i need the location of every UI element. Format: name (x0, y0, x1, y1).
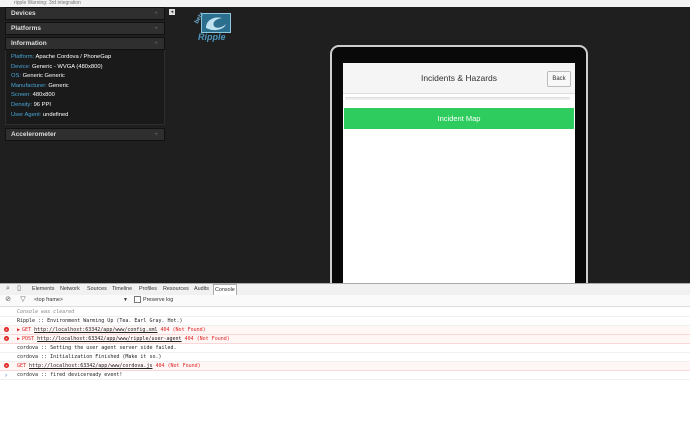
top-strip-text: ripple Warning: 3rd integration (14, 0, 81, 6)
expand-icon[interactable]: + (154, 129, 158, 140)
panel-information-title: Information (11, 40, 47, 47)
console-text: Console was cleared (17, 309, 75, 315)
error-icon: × (4, 363, 9, 368)
frame-select[interactable]: <top frame> ▼ (34, 296, 128, 304)
search-icon[interactable]: ⌕ (4, 285, 12, 293)
preserve-log-label: Preserve log (143, 297, 174, 303)
collapse-icon[interactable]: + (154, 38, 158, 49)
info-key: OS: (11, 73, 21, 80)
panel-information[interactable]: Information + (5, 37, 165, 50)
frame-select-value: <top frame> (34, 297, 64, 303)
console-text: cordova :: Setting the user agent server… (17, 345, 177, 351)
tab-timeline[interactable]: Timeline (112, 284, 132, 295)
info-key: Device: (11, 63, 31, 70)
panel-platforms-title: Platforms (11, 25, 41, 32)
incident-map-button[interactable]: Incident Map (344, 108, 574, 129)
info-key: Platform: (11, 54, 35, 60)
error-icon: × (4, 336, 9, 341)
ripple-wave-icon (201, 13, 231, 33)
info-key: Screen: (11, 92, 31, 99)
device-screen: Incidents & Hazards Back Incident Map (343, 63, 575, 288)
ripple-sidebar: Devices + Platforms + Information + Plat… (5, 7, 165, 143)
console-message: cordova :: fired deviceready event! (0, 371, 690, 380)
http-method: GET (17, 363, 27, 369)
error-url-link[interactable]: http://localhost:63342/app/www/cordova.j… (29, 363, 152, 369)
clear-console-icon[interactable]: ⊘ (4, 296, 12, 304)
console-message: cordova :: Setting the user agent server… (0, 344, 690, 353)
info-value: undefined (42, 111, 69, 118)
error-icon: × (4, 327, 9, 332)
information-body: Platform: Apache Cordova / PhoneGap Devi… (5, 50, 165, 126)
info-value: 480x800 (32, 92, 55, 99)
tab-network[interactable]: Network (60, 284, 80, 295)
info-key: Density: (11, 101, 32, 108)
console-message: Console was cleared (0, 308, 690, 317)
filter-icon[interactable]: ▽ (19, 296, 27, 304)
http-status: 404 (Not Found) (160, 327, 206, 333)
panel-accelerometer[interactable]: Accelerometer + (5, 128, 165, 142)
preserve-log-checkbox[interactable]: Preserve log (134, 296, 173, 304)
info-row-os: OS: Generic Generic (11, 72, 159, 82)
browser-top-strip: ripple Warning: 3rd integration (0, 0, 690, 7)
console-output: Console was cleared Ripple :: Environmen… (0, 308, 690, 380)
info-row-platform: Platform: Apache Cordova / PhoneGap (11, 53, 159, 63)
console-text: Ripple :: Environment Warming Up (Tea. E… (17, 318, 183, 324)
info-row-manufacturer: Manufacturer: Generic (11, 82, 159, 92)
info-row-user-agent: User Agent: undefined (11, 111, 159, 121)
console-message: cordova :: Initialization Finished (Make… (0, 353, 690, 362)
console-toolbar: ⊘ ▽ <top frame> ▼ Preserve log (0, 295, 690, 307)
console-text: cordova :: Initialization Finished (Make… (17, 354, 162, 360)
console-message: Ripple :: Environment Warming Up (Tea. E… (0, 317, 690, 326)
info-key: Manufacturer: (11, 82, 47, 89)
info-value: Apache Cordova / PhoneGap (35, 54, 112, 60)
console-error: × ▶ GET http://localhost:63342/app/www/co… (0, 326, 690, 335)
info-row-device: Device: Generic - WVGA (480x800) (11, 63, 159, 73)
console-error: × ▶ POST http://localhost:63342/app/www/r… (0, 335, 690, 344)
info-row-screen: Screen: 480x800 (11, 91, 159, 101)
tab-profiles[interactable]: Profiles (139, 284, 157, 295)
info-value: Generic - WVGA (480x800) (31, 63, 103, 70)
device-mode-icon[interactable]: ▯ (15, 285, 23, 293)
logo-word: Ripple (198, 32, 226, 42)
console-prompt[interactable]: › (5, 373, 7, 379)
checkbox-box[interactable] (134, 296, 141, 304)
info-row-density: Density: 96 PPI (11, 101, 159, 111)
tab-elements[interactable]: Elements (32, 284, 54, 295)
app-header: Incidents & Hazards Back (343, 63, 575, 94)
info-value: 96 PPI (33, 101, 51, 108)
chevron-down-icon: ▼ (123, 297, 128, 303)
tab-resources[interactable]: Resources (163, 284, 189, 295)
console-error: × GET http://localhost:63342/app/www/cor… (0, 362, 690, 371)
ripple-logo: beta Ripple (192, 10, 231, 42)
devtools-panel: ⌕ ▯ Elements Network Sources Timeline Pr… (0, 283, 690, 425)
info-value: Generic Generic (22, 73, 65, 80)
http-status: 404 (Not Found) (155, 363, 201, 369)
panel-devices[interactable]: Devices + (5, 7, 165, 20)
page-title: Incidents & Hazards (420, 73, 498, 83)
back-button[interactable]: Back (547, 71, 571, 87)
expand-triangle-icon[interactable]: ▶ (17, 336, 20, 342)
http-method: POST (22, 336, 35, 342)
sidebar-collapse-icon[interactable]: ◂ (169, 9, 175, 15)
error-url-link[interactable]: http://localhost:63342/app/www/ripple/us… (37, 336, 182, 342)
http-status: 404 (Not Found) (184, 336, 230, 342)
http-method: GET (22, 327, 32, 333)
panel-accelerometer-title: Accelerometer (11, 131, 57, 139)
tab-console[interactable]: Console (213, 284, 237, 295)
expand-icon[interactable]: + (154, 8, 158, 19)
info-value: Generic (48, 82, 69, 89)
expand-triangle-icon[interactable]: ▶ (17, 327, 20, 333)
tab-sources[interactable]: Sources (87, 284, 107, 295)
info-key: User Agent: (11, 111, 42, 118)
console-text: cordova :: fired deviceready event! (17, 372, 123, 378)
panel-platforms[interactable]: Platforms + (5, 22, 165, 35)
error-url-link[interactable]: http://localhost:63342/app/www/config.xm… (34, 327, 157, 333)
panel-devices-title: Devices (11, 10, 36, 17)
expand-icon[interactable]: + (154, 23, 158, 34)
tab-audits[interactable]: Audits (194, 284, 209, 295)
header-divider (345, 97, 570, 100)
